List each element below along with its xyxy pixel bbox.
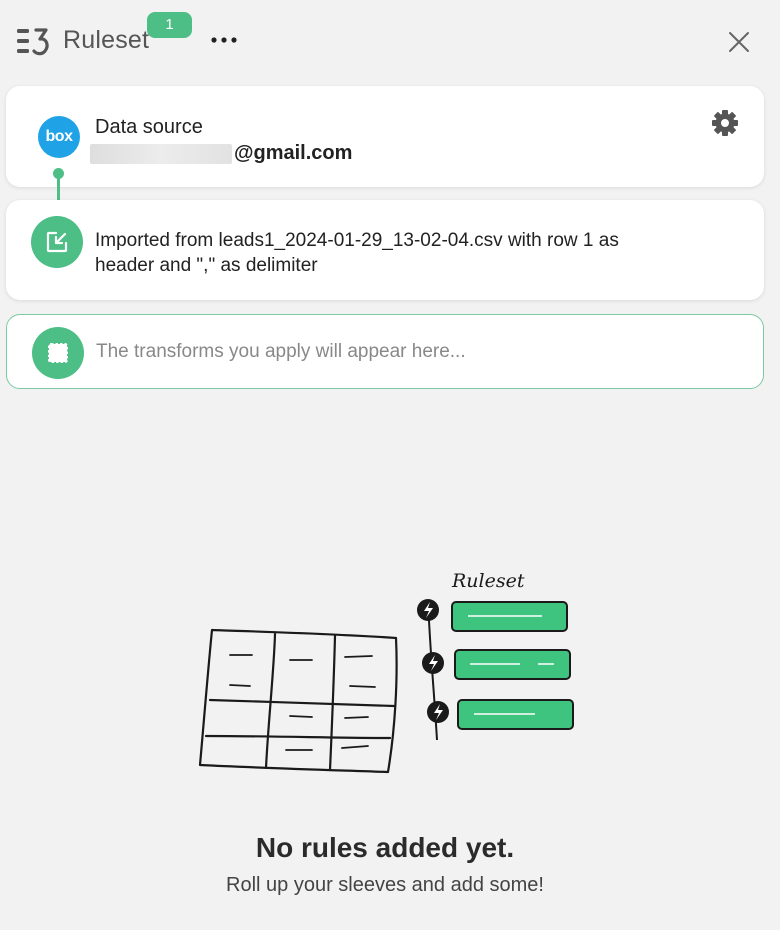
- empty-ruleset-illustration: Ruleset: [198, 570, 574, 774]
- ruleset-logo-icon: [17, 28, 49, 56]
- import-step-badge: [31, 216, 83, 268]
- rule-count-badge: 1: [147, 12, 192, 38]
- pipeline-connector-dot: [53, 168, 64, 179]
- transforms-placeholder-card[interactable]: The transforms you apply will appear her…: [6, 314, 764, 389]
- box-logo-icon: box: [38, 116, 80, 158]
- header: Ruleset 1: [0, 0, 780, 80]
- close-button[interactable]: [722, 25, 756, 59]
- empty-state-subtitle: Roll up your sleeves and add some!: [226, 874, 544, 896]
- transforms-placeholder-text: The transforms you apply will appear her…: [96, 341, 466, 362]
- rule-bars: [451, 601, 574, 730]
- redacted-username: [90, 143, 232, 164]
- illustration-label: Ruleset: [451, 570, 525, 592]
- import-description: Imported from leads1_2024-01-29_13-02-04…: [95, 230, 619, 276]
- import-icon: [46, 231, 68, 253]
- close-icon: [729, 32, 749, 52]
- import-card[interactable]: Imported from leads1_2024-01-29_13-02-04…: [6, 200, 764, 300]
- table-sketch-icon: [198, 628, 398, 774]
- empty-state-title: No rules added yet.: [255, 832, 515, 863]
- data-source-settings-button[interactable]: [710, 108, 740, 138]
- data-source-email: @gmail.com: [90, 142, 352, 165]
- rule-bolt-icons: [417, 599, 449, 723]
- page-title: Ruleset: [63, 26, 150, 54]
- gear-icon: [712, 110, 738, 136]
- transform-step-badge: [32, 327, 84, 379]
- data-source-label: Data source: [95, 116, 203, 138]
- data-source-card[interactable]: box Data source @gmail.com: [6, 86, 764, 187]
- email-suffix: @gmail.com: [234, 142, 353, 164]
- transform-placeholder-icon: [48, 343, 68, 363]
- more-icon: [211, 37, 237, 43]
- more-options-button[interactable]: [206, 25, 242, 55]
